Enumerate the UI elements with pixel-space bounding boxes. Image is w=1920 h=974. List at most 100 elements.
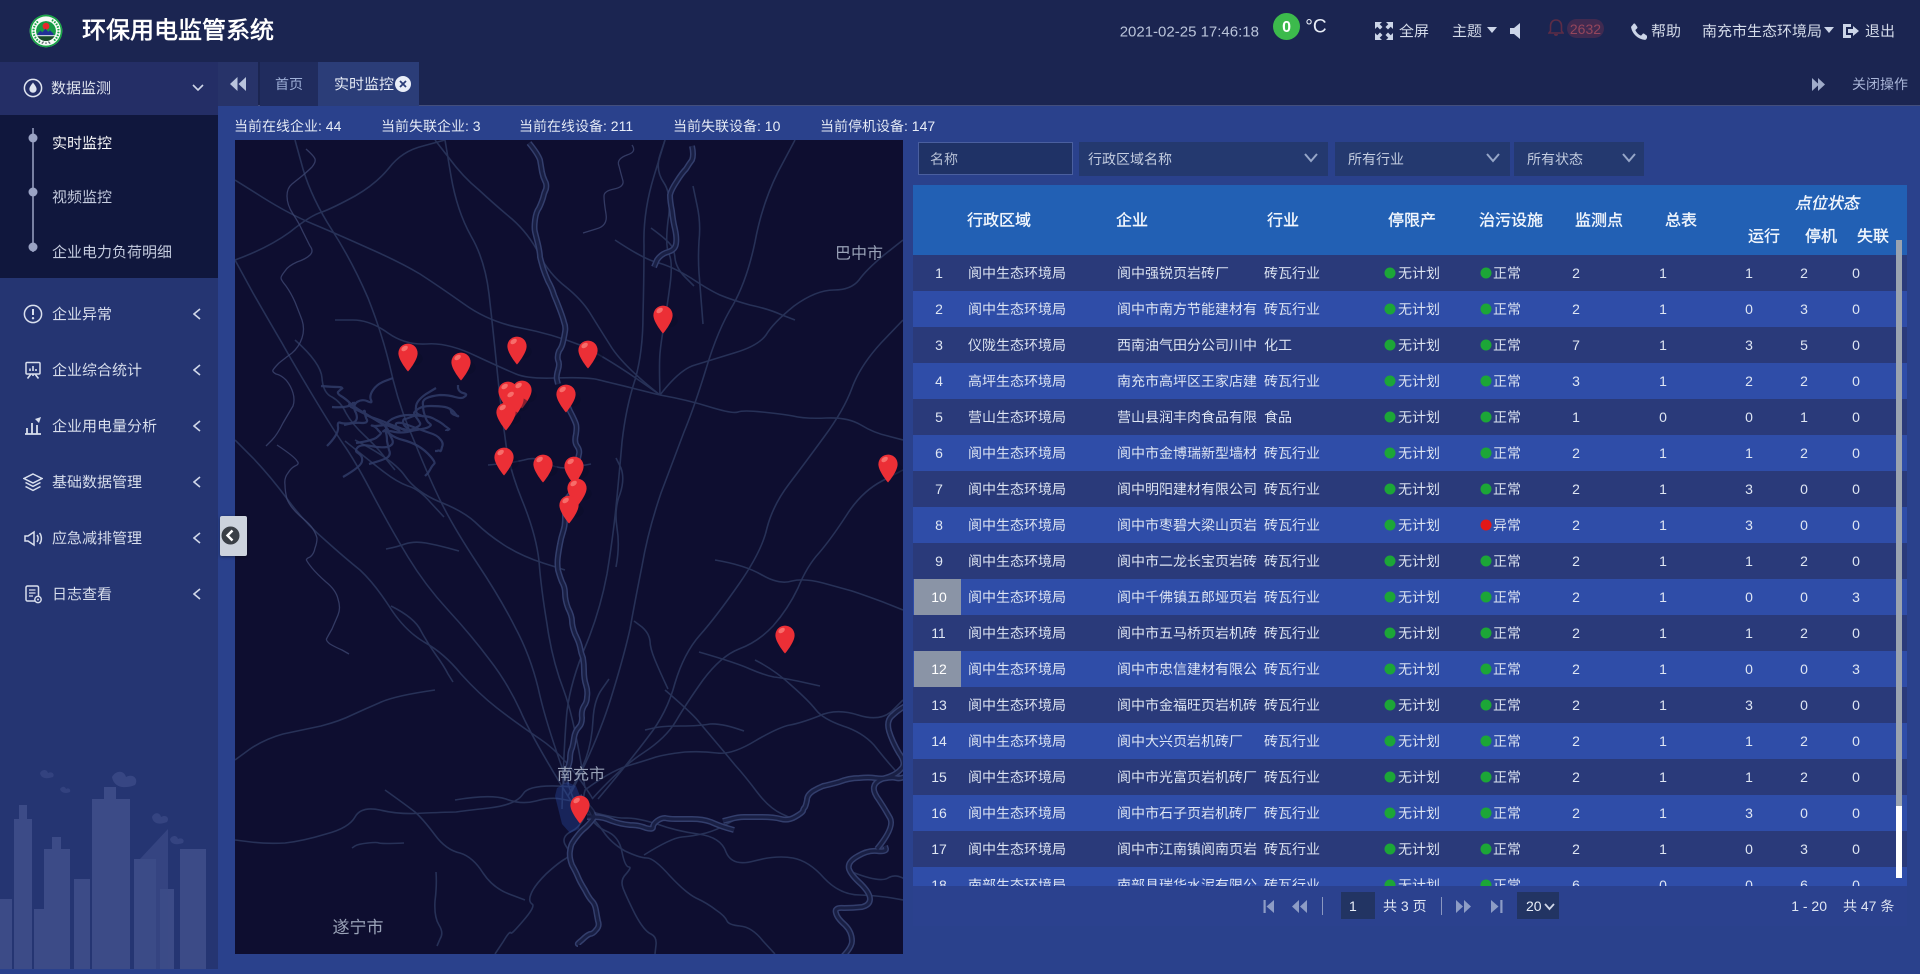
svg-text:0: 0 [1745,301,1753,317]
svg-text:0: 0 [1800,589,1808,605]
svg-text:1: 1 [1659,553,1667,569]
svg-text:1: 1 [1659,733,1667,749]
svg-text:2: 2 [1572,733,1580,749]
svg-text:1: 1 [1800,409,1808,425]
svg-text:1: 1 [1572,409,1580,425]
svg-text:2: 2 [1800,553,1808,569]
svg-text:0: 0 [1852,337,1860,353]
svg-text:9: 9 [935,553,943,569]
svg-text:0: 0 [1852,301,1860,317]
svg-text:10: 10 [931,589,947,605]
svg-text:2: 2 [1572,301,1580,317]
svg-text:3: 3 [1800,301,1808,317]
svg-text:2: 2 [1572,661,1580,677]
svg-text:6: 6 [935,445,943,461]
svg-text:0: 0 [1852,877,1860,893]
svg-text:3: 3 [1800,841,1808,857]
svg-text:0: 0 [1852,409,1860,425]
svg-text:0: 0 [1745,661,1753,677]
svg-text:0: 0 [1745,589,1753,605]
svg-text:0: 0 [1852,697,1860,713]
svg-text:1: 1 [1659,625,1667,641]
svg-text:0: 0 [1852,805,1860,821]
svg-text:16: 16 [931,805,947,821]
svg-text:2: 2 [1572,553,1580,569]
svg-text:8: 8 [935,517,943,533]
svg-text:: 10: : 10 [757,118,781,134]
svg-text:5: 5 [1800,337,1808,353]
svg-text:0: 0 [1745,877,1753,893]
svg-text:0: 0 [1800,661,1808,677]
svg-text:1: 1 [1659,697,1667,713]
svg-text:2: 2 [1800,769,1808,785]
svg-text:1: 1 [1659,517,1667,533]
svg-text:1 - 20: 1 - 20 [1791,898,1827,914]
svg-text:1: 1 [1745,265,1753,281]
svg-text:1: 1 [1659,841,1667,857]
svg-text:2: 2 [1572,805,1580,821]
svg-text:4: 4 [935,373,943,389]
svg-text:0: 0 [1852,733,1860,749]
svg-text:0: 0 [1800,697,1808,713]
svg-text:0: 0 [1745,409,1753,425]
svg-text:1: 1 [1659,661,1667,677]
svg-text:3: 3 [1572,373,1580,389]
svg-text:12: 12 [931,661,947,677]
svg-text:20: 20 [1526,898,1542,914]
svg-text:: 147: : 147 [904,118,935,134]
svg-text:3: 3 [1852,661,1860,677]
svg-text:11: 11 [931,625,946,641]
svg-text:1: 1 [1745,625,1753,641]
svg-text:5: 5 [935,409,943,425]
svg-text:1: 1 [935,265,943,281]
svg-text:0: 0 [1852,553,1860,569]
svg-text:2: 2 [1800,733,1808,749]
svg-text:3: 3 [1745,481,1753,497]
svg-text:3: 3 [1745,697,1753,713]
svg-text:1: 1 [1659,373,1667,389]
svg-text:0: 0 [1800,805,1808,821]
svg-text:2: 2 [1572,589,1580,605]
svg-text:1: 1 [1659,805,1667,821]
svg-text:2: 2 [1572,841,1580,857]
svg-text:0: 0 [1852,373,1860,389]
svg-text:0: 0 [1852,517,1860,533]
svg-text:1: 1 [1745,733,1753,749]
svg-text:17: 17 [931,841,947,857]
svg-text:1: 1 [1745,553,1753,569]
svg-text:0: 0 [1659,409,1667,425]
svg-text:0: 0 [1852,841,1860,857]
svg-text:0: 0 [1659,877,1667,893]
svg-text:2: 2 [935,301,943,317]
svg-text:3: 3 [1397,898,1413,914]
svg-text:1: 1 [1659,481,1667,497]
svg-text:°C: °C [1305,17,1326,38]
svg-text:15: 15 [931,769,947,785]
svg-text:2: 2 [1800,373,1808,389]
svg-text:1: 1 [1349,898,1357,914]
svg-text:1: 1 [1659,589,1667,605]
svg-text:0: 0 [1745,841,1753,857]
svg-text:1: 1 [1659,301,1667,317]
svg-text:2632: 2632 [1570,21,1601,37]
svg-text:3: 3 [1745,337,1753,353]
svg-text:0: 0 [1852,445,1860,461]
svg-text:: 211: : 211 [603,118,633,134]
svg-text:0: 0 [1282,19,1291,36]
svg-text:0: 0 [1852,625,1860,641]
svg-text:1: 1 [1659,769,1667,785]
svg-text:7: 7 [1572,337,1580,353]
svg-text:1: 1 [1745,445,1753,461]
svg-text:1: 1 [1659,445,1667,461]
svg-text:: 3: : 3 [465,118,481,134]
svg-text:2: 2 [1572,625,1580,641]
svg-text:13: 13 [931,697,947,713]
svg-text:1: 1 [1659,337,1667,353]
svg-text:14: 14 [931,733,947,749]
svg-text:0: 0 [1852,769,1860,785]
svg-text:2: 2 [1800,625,1808,641]
svg-text:7: 7 [935,481,943,497]
svg-text:1: 1 [1659,265,1667,281]
svg-text:6: 6 [1800,877,1808,893]
svg-text:3: 3 [935,337,943,353]
